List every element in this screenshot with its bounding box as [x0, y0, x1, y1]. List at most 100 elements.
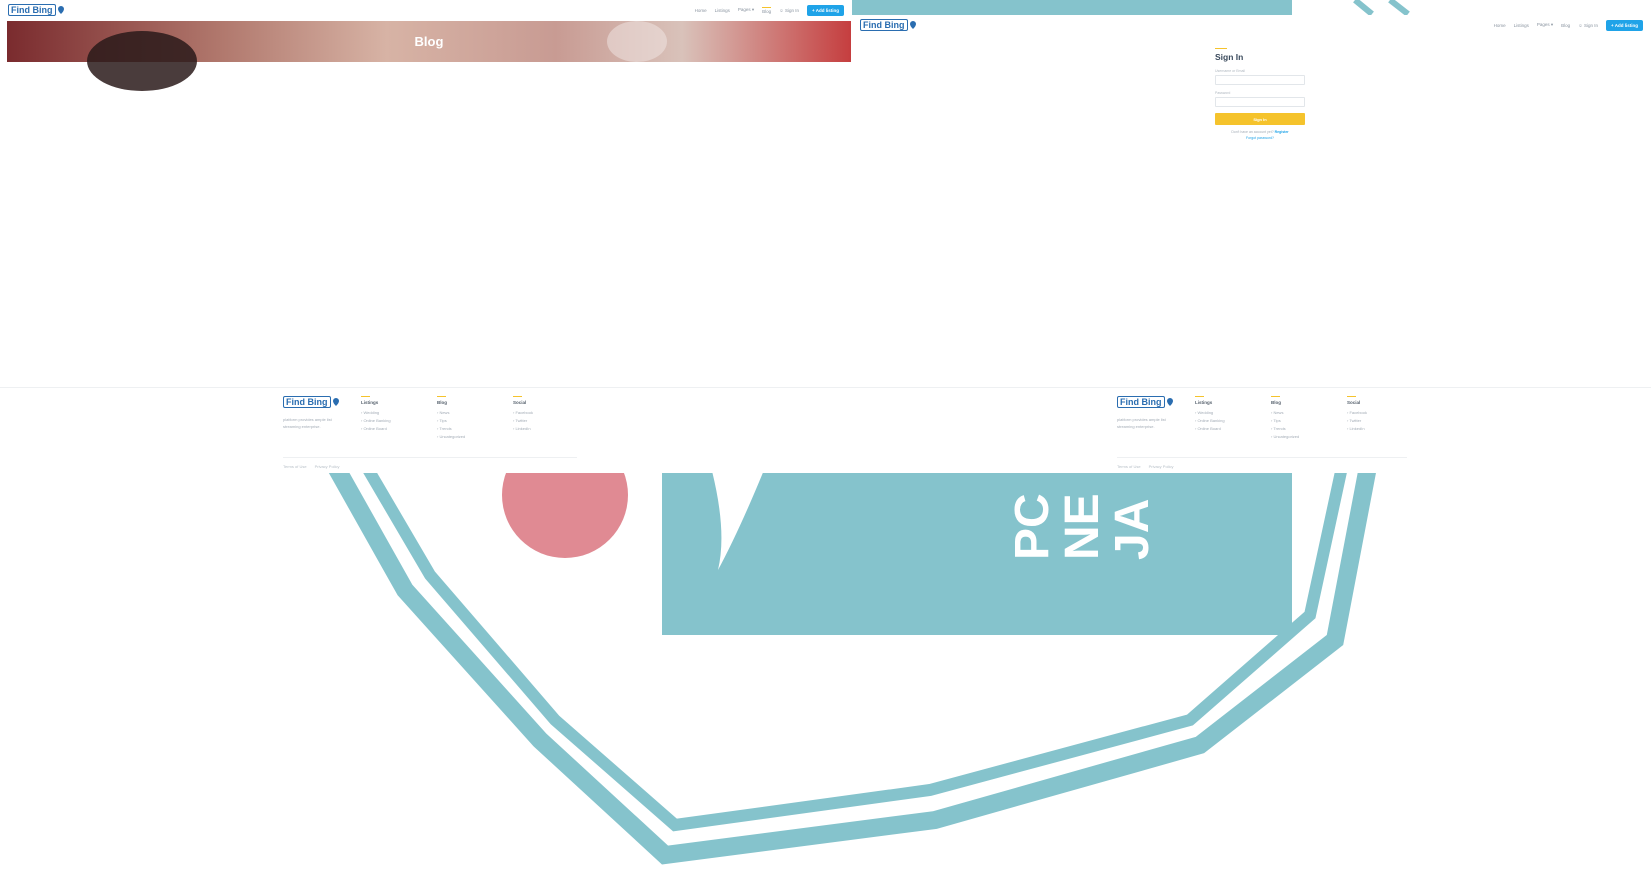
- map-pin-icon: [1166, 398, 1173, 406]
- footer-about-text: platform provides ample list streaming e…: [283, 417, 332, 429]
- stamp-letters-row2: NE: [1056, 493, 1109, 560]
- signin-form: Sign In Username or Email Password Sign …: [1215, 48, 1305, 140]
- footer-link[interactable]: › Online Board: [1195, 425, 1253, 433]
- footer-link[interactable]: › Uncategorized: [437, 433, 495, 441]
- password-label: Password: [1215, 91, 1231, 95]
- footer-link[interactable]: › Online Banking: [1195, 417, 1253, 425]
- title-accent-bar: [1215, 48, 1227, 49]
- register-prompt: Don't have an account yet? Register: [1215, 130, 1305, 134]
- footer-link[interactable]: › Wedding: [361, 409, 419, 417]
- map-pin-icon: [909, 21, 916, 29]
- hero-photo-shape: [87, 31, 197, 91]
- footer-about: Find Bing platform provides ample list s…: [1117, 396, 1177, 441]
- footer-column-blog: Blog › News › Tips › Trends › Uncategori…: [437, 396, 495, 441]
- blog-page-screenshot: Find Bing Home Listings Pages ▾ Blog ☺ S…: [0, 0, 852, 473]
- logo-text: Find Bing: [860, 19, 908, 31]
- footer-about-text: platform provides ample list streaming e…: [1117, 417, 1166, 429]
- site-footer: Find Bing platform provides ample list s…: [852, 387, 1651, 473]
- footer-column-title: Blog: [1271, 400, 1281, 405]
- nav-item-blog[interactable]: Blog: [1561, 23, 1570, 28]
- footer-bottom-bar: Terms of Use Privacy Policy: [283, 457, 577, 469]
- column-accent-bar: [1347, 396, 1356, 397]
- nav-menu: Home Listings Pages ▾ Blog ☺ Sign In + A…: [1494, 19, 1643, 31]
- footer-link[interactable]: › LinkedIn: [1347, 425, 1405, 433]
- footer-link[interactable]: › Tips: [1271, 417, 1329, 425]
- footer-logo[interactable]: Find Bing: [283, 396, 343, 408]
- footer-link[interactable]: › LinkedIn: [513, 425, 571, 433]
- nav-item-listings[interactable]: Listings: [1514, 23, 1529, 28]
- register-link[interactable]: Register: [1275, 130, 1289, 134]
- nav-item-sign-in[interactable]: ☺ Sign In: [779, 8, 799, 13]
- stamp-letters-row1: PC: [1006, 493, 1059, 560]
- nav-item-sign-in[interactable]: ☺ Sign In: [1578, 23, 1598, 28]
- map-pin-icon: [57, 6, 64, 14]
- footer-column-listings: Listings › Wedding › Online Banking › On…: [1195, 396, 1253, 441]
- footer-column-listings: Listings › Wedding › Online Banking › On…: [361, 396, 419, 441]
- footer-link[interactable]: › News: [1271, 409, 1329, 417]
- username-input[interactable]: [1215, 75, 1305, 85]
- footer-column-title: Listings: [1195, 400, 1213, 405]
- username-label: Username or Email: [1215, 69, 1245, 73]
- footer-logo-text: Find Bing: [1117, 396, 1165, 408]
- signin-button[interactable]: Sign In: [1215, 113, 1305, 125]
- forgot-password-link[interactable]: Forgot password?: [1215, 136, 1305, 140]
- add-listing-button[interactable]: + Add listing: [1606, 19, 1643, 31]
- column-accent-bar: [437, 396, 446, 397]
- footer-link[interactable]: › Uncategorized: [1271, 433, 1329, 441]
- signin-title: Sign In: [1215, 52, 1244, 62]
- nav-item-home[interactable]: Home: [1494, 23, 1506, 28]
- footer-link[interactable]: › News: [437, 409, 495, 417]
- footer-link[interactable]: › Online Banking: [361, 417, 419, 425]
- footer-link[interactable]: › Trends: [437, 425, 495, 433]
- hero-title: Blog: [414, 34, 444, 49]
- password-input[interactable]: [1215, 97, 1305, 107]
- terms-link[interactable]: Terms of Use: [1117, 464, 1141, 469]
- nav-item-pages[interactable]: Pages ▾: [738, 7, 754, 13]
- nav-item-pages[interactable]: Pages ▾: [1537, 22, 1553, 28]
- stamp-letters-row3: JA: [1106, 499, 1159, 560]
- terms-link[interactable]: Terms of Use: [283, 464, 307, 469]
- footer-column-blog: Blog › News › Tips › Trends › Uncategori…: [1271, 396, 1329, 441]
- footer-link[interactable]: › Trends: [1271, 425, 1329, 433]
- footer-logo[interactable]: Find Bing: [1117, 396, 1177, 408]
- column-accent-bar: [1271, 396, 1280, 397]
- register-prompt-text: Don't have an account yet?: [1231, 130, 1274, 134]
- footer-column-title: Social: [1347, 400, 1361, 405]
- signin-page-screenshot: Find Bing Home Listings Pages ▾ Blog ☺ S…: [852, 15, 1651, 473]
- column-accent-bar: [513, 396, 522, 397]
- footer-column-social: Social › Facebook › Twitter › LinkedIn: [1347, 396, 1405, 441]
- footer-column-title: Blog: [437, 400, 447, 405]
- footer-column-title: Listings: [361, 400, 379, 405]
- navbar: Find Bing Home Listings Pages ▾ Blog ☺ S…: [0, 0, 852, 20]
- nav-item-blog[interactable]: Blog: [762, 6, 772, 14]
- footer-link[interactable]: › Wedding: [1195, 409, 1253, 417]
- footer-about: Find Bing platform provides ample list s…: [283, 396, 343, 441]
- stamp-top-strip: [852, 0, 1292, 15]
- nav-item-home[interactable]: Home: [695, 8, 707, 13]
- footer-link[interactable]: › Twitter: [513, 417, 571, 425]
- footer-column-title: Social: [513, 400, 527, 405]
- footer-link[interactable]: › Twitter: [1347, 417, 1405, 425]
- site-footer: Find Bing platform provides ample list s…: [0, 387, 852, 473]
- footer-link[interactable]: › Online Board: [361, 425, 419, 433]
- privacy-link[interactable]: Privacy Policy: [315, 464, 340, 469]
- footer-bottom-bar: Terms of Use Privacy Policy: [1117, 457, 1407, 469]
- site-logo[interactable]: Find Bing: [8, 4, 64, 16]
- footer-column-social: Social › Facebook › Twitter › LinkedIn: [513, 396, 571, 441]
- privacy-link[interactable]: Privacy Policy: [1149, 464, 1174, 469]
- logo-text: Find Bing: [8, 4, 56, 16]
- footer-logo-text: Find Bing: [283, 396, 331, 408]
- navbar: Find Bing Home Listings Pages ▾ Blog ☺ S…: [852, 15, 1651, 35]
- site-logo[interactable]: Find Bing: [860, 19, 916, 31]
- footer-link[interactable]: › Facebook: [513, 409, 571, 417]
- column-accent-bar: [361, 396, 370, 397]
- column-accent-bar: [1195, 396, 1204, 397]
- map-pin-icon: [332, 398, 339, 406]
- nav-menu: Home Listings Pages ▾ Blog ☺ Sign In + A…: [695, 4, 844, 16]
- footer-link[interactable]: › Tips: [437, 417, 495, 425]
- nav-item-listings[interactable]: Listings: [715, 8, 730, 13]
- hero-photo-highlight: [607, 21, 667, 62]
- blog-hero-banner: Blog: [7, 21, 851, 91]
- add-listing-button[interactable]: + Add listing: [807, 4, 844, 16]
- footer-link[interactable]: › Facebook: [1347, 409, 1405, 417]
